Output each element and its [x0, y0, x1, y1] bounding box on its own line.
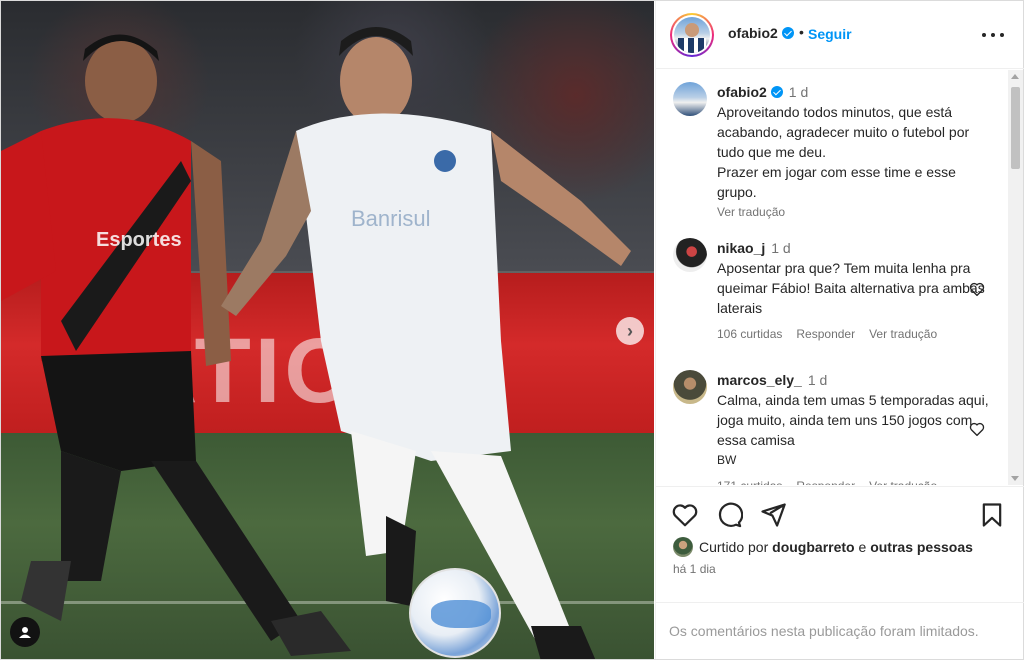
author-avatar[interactable]: [670, 13, 714, 57]
comments-limited-notice: Os comentários nesta publicação foram li…: [656, 602, 1024, 659]
author-username-link[interactable]: ofabio2: [728, 25, 794, 41]
commenter-username[interactable]: nikao_j: [717, 240, 765, 256]
player-white: Banrisul: [221, 27, 631, 659]
action-bar: [656, 486, 1024, 542]
liked-by: Curtido por dougbarreto e outras pessoas: [673, 537, 973, 557]
verified-badge-icon: [781, 27, 794, 39]
comment-suffix: BW: [717, 453, 737, 467]
comment-likes-count[interactable]: 171 curtidas: [717, 476, 782, 485]
see-translation-link[interactable]: Ver tradução: [869, 324, 937, 344]
comment-likes-count[interactable]: 106 curtidas: [717, 324, 782, 344]
liked-by-others[interactable]: outras pessoas: [870, 539, 973, 555]
caption-author-avatar[interactable]: [673, 82, 707, 116]
comments-scrollbar[interactable]: [1008, 70, 1023, 485]
liked-by-user[interactable]: dougbarreto: [772, 539, 854, 555]
commenter-avatar[interactable]: [673, 238, 707, 272]
comment-text: Aposentar pra que? Tem muita lenha pra q…: [717, 260, 985, 316]
next-photo-button[interactable]: ›: [616, 317, 644, 345]
heart-icon[interactable]: [671, 501, 699, 529]
post-timestamp[interactable]: há 1 dia: [673, 562, 716, 576]
more-horizontal-icon[interactable]: [982, 25, 1004, 45]
soccer-ball: [409, 568, 501, 658]
caption-time: 1 d: [788, 84, 809, 100]
comment-icon[interactable]: [715, 501, 743, 529]
header-separator: •: [799, 24, 804, 40]
reply-button[interactable]: Responder: [796, 476, 855, 485]
reply-button[interactable]: Responder: [796, 324, 855, 344]
follow-button[interactable]: Seguir: [808, 26, 852, 42]
verified-badge-icon: [770, 86, 783, 98]
comment-text: Calma, ainda tem umas 5 temporadas aqui,…: [717, 392, 989, 448]
scroll-up-icon[interactable]: [1011, 74, 1019, 79]
commenter-avatar[interactable]: [673, 370, 707, 404]
caption-username[interactable]: ofabio2: [717, 84, 767, 100]
svg-text:Esportes: Esportes: [96, 229, 182, 251]
post-header: ofabio2 • Seguir: [656, 1, 1024, 69]
caption-text-line1: Aproveitando todos minutos, que está aca…: [717, 104, 970, 160]
tagged-users-button[interactable]: [10, 617, 40, 647]
chevron-right-icon: ›: [627, 320, 633, 341]
see-translation-link[interactable]: Ver tradução: [869, 476, 937, 485]
caption-text-line2: Prazer em jogar com esse time e esse gru…: [717, 164, 956, 200]
comment-time: 1 d: [771, 240, 791, 256]
heart-icon[interactable]: [968, 280, 986, 298]
liker-avatar[interactable]: [673, 537, 693, 557]
share-icon[interactable]: [759, 501, 787, 529]
liked-by-prefix: Curtido por: [699, 539, 769, 555]
scroll-down-icon[interactable]: [1011, 476, 1019, 481]
author-username[interactable]: ofabio2: [728, 25, 778, 41]
commenter-username[interactable]: marcos_ely_: [717, 372, 802, 388]
scrollbar-thumb[interactable]: [1011, 87, 1020, 169]
svg-text:Banrisul: Banrisul: [351, 206, 430, 231]
comments-list[interactable]: ofabio2 1 d Aproveitando todos minutos, q…: [656, 70, 1008, 485]
user-tag-icon: [19, 627, 31, 638]
comment-time: 1 d: [807, 372, 828, 388]
see-translation-link[interactable]: Ver tradução: [717, 202, 785, 222]
heart-icon[interactable]: [968, 420, 986, 438]
post-side-panel: ofabio2 • Seguir ofabio2 1 d Aproveitando…: [655, 1, 1024, 659]
post-photo[interactable]: ATIOS Esportes Banrisul ›: [1, 1, 654, 659]
bookmark-icon[interactable]: [978, 501, 1006, 529]
liked-by-conjunction: e: [858, 539, 867, 555]
